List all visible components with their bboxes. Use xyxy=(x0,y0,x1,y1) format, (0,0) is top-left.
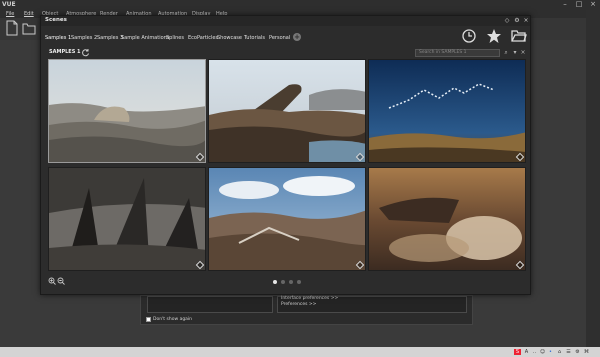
interface-preferences-link[interactable]: Interface preferences >> xyxy=(281,296,338,301)
menu-edit[interactable]: Edit xyxy=(24,10,34,18)
open-folder-icon[interactable] xyxy=(22,20,36,36)
startup-box-left xyxy=(147,296,273,313)
dont-show-label: Don't show again xyxy=(153,317,193,322)
clear-search-icon[interactable]: × xyxy=(519,48,527,57)
section-bar: SAMPLES 1 Search in SAMPLES 1 ⌕ ▾ × xyxy=(41,48,530,58)
tab-samples-2[interactable]: Samples 2 xyxy=(71,35,97,41)
minimize-icon[interactable]: – xyxy=(558,0,572,9)
sogou-ime-icon[interactable]: S xyxy=(514,349,521,355)
section-label: SAMPLES 1 xyxy=(49,49,81,55)
menu-file[interactable]: File xyxy=(6,10,14,18)
search-icon[interactable]: ⌕ xyxy=(502,48,510,57)
startup-panel: Interface preferences >> Preferences >> … xyxy=(140,295,473,325)
favorites-star-icon[interactable] xyxy=(486,28,502,44)
pin-icon[interactable]: ◇ xyxy=(503,17,511,25)
page-dot-1[interactable] xyxy=(273,280,277,284)
scene-tabs: Samples 1 Samples 2 Samples 3 Sample Ani… xyxy=(41,26,530,48)
app-titlebar: VUE – □ × xyxy=(0,0,600,10)
tab-personal[interactable]: Personal xyxy=(269,35,290,41)
close-icon[interactable]: × xyxy=(586,0,600,9)
maximize-icon[interactable]: □ xyxy=(572,0,586,9)
scene-search-input[interactable]: Search in SAMPLES 1 xyxy=(415,49,500,57)
search-options-icon[interactable]: ▾ xyxy=(511,48,519,57)
scene-thumbnail-dark-spikes[interactable] xyxy=(48,167,206,271)
add-tab-button[interactable]: + xyxy=(293,33,301,41)
dont-show-checkbox[interactable] xyxy=(146,317,151,322)
refresh-icon[interactable] xyxy=(81,48,90,57)
browse-folder-icon[interactable] xyxy=(511,28,527,44)
dialog-titlebar[interactable]: Scenes ◇ ⚙ × xyxy=(41,16,530,26)
page-dot-4[interactable] xyxy=(297,280,301,284)
page-dot-2[interactable] xyxy=(281,280,285,284)
close-dialog-icon[interactable]: × xyxy=(522,17,530,25)
tab-samples-1[interactable]: Samples 1 xyxy=(45,35,71,41)
recent-clock-icon[interactable] xyxy=(461,28,477,44)
app-logo: VUE xyxy=(2,1,16,8)
system-taskbar: S A .. ☺ • ⌂ ☰ ⚙ ⌘ xyxy=(0,347,600,357)
tab-samples-3[interactable]: Samples 3 xyxy=(97,35,123,41)
tab-tutorials[interactable]: Tutorials xyxy=(244,35,265,41)
scenes-dialog: Scenes ◇ ⚙ × Samples 1 Samples 2 Samples… xyxy=(40,15,531,295)
keyboard-icon[interactable]: ⌂ xyxy=(556,349,563,355)
punctuation-icon[interactable]: .. xyxy=(531,349,538,355)
tab-showcase[interactable]: Showcase xyxy=(217,35,242,41)
scene-thumbnail-desert-rock[interactable] xyxy=(48,59,206,163)
tab-ecoparticles[interactable]: EcoParticles xyxy=(188,35,218,41)
scene-thumbnail-night-particles[interactable] xyxy=(368,59,526,163)
new-file-icon[interactable] xyxy=(5,20,19,36)
zoom-out-icon[interactable] xyxy=(57,277,65,285)
skin-icon[interactable]: ⌘ xyxy=(583,349,590,355)
tab-splines[interactable]: Splines xyxy=(166,35,184,41)
right-side-strip xyxy=(586,10,600,347)
page-indicator xyxy=(273,280,303,285)
tray-settings-icon[interactable]: ⚙ xyxy=(574,349,581,355)
tab-sample-animations[interactable]: Sample Animations xyxy=(121,35,169,41)
scene-thumbnail-cliff-water[interactable] xyxy=(208,59,366,163)
dialog-title: Scenes xyxy=(45,17,67,23)
input-mode-icon[interactable]: A xyxy=(523,349,530,355)
scene-thumbnail-canyon-clouds[interactable] xyxy=(208,167,366,271)
scene-thumbnail-sunset-clouds[interactable] xyxy=(368,167,526,271)
preferences-link[interactable]: Preferences >> xyxy=(281,302,316,307)
settings-icon[interactable]: ⚙ xyxy=(513,17,521,25)
page-dot-3[interactable] xyxy=(289,280,293,284)
scene-thumbnail-grid xyxy=(48,59,527,274)
voice-icon[interactable]: • xyxy=(547,349,554,355)
zoom-in-icon[interactable] xyxy=(48,277,56,285)
menu-icon[interactable]: ☰ xyxy=(565,349,572,355)
emoji-icon[interactable]: ☺ xyxy=(539,349,546,355)
